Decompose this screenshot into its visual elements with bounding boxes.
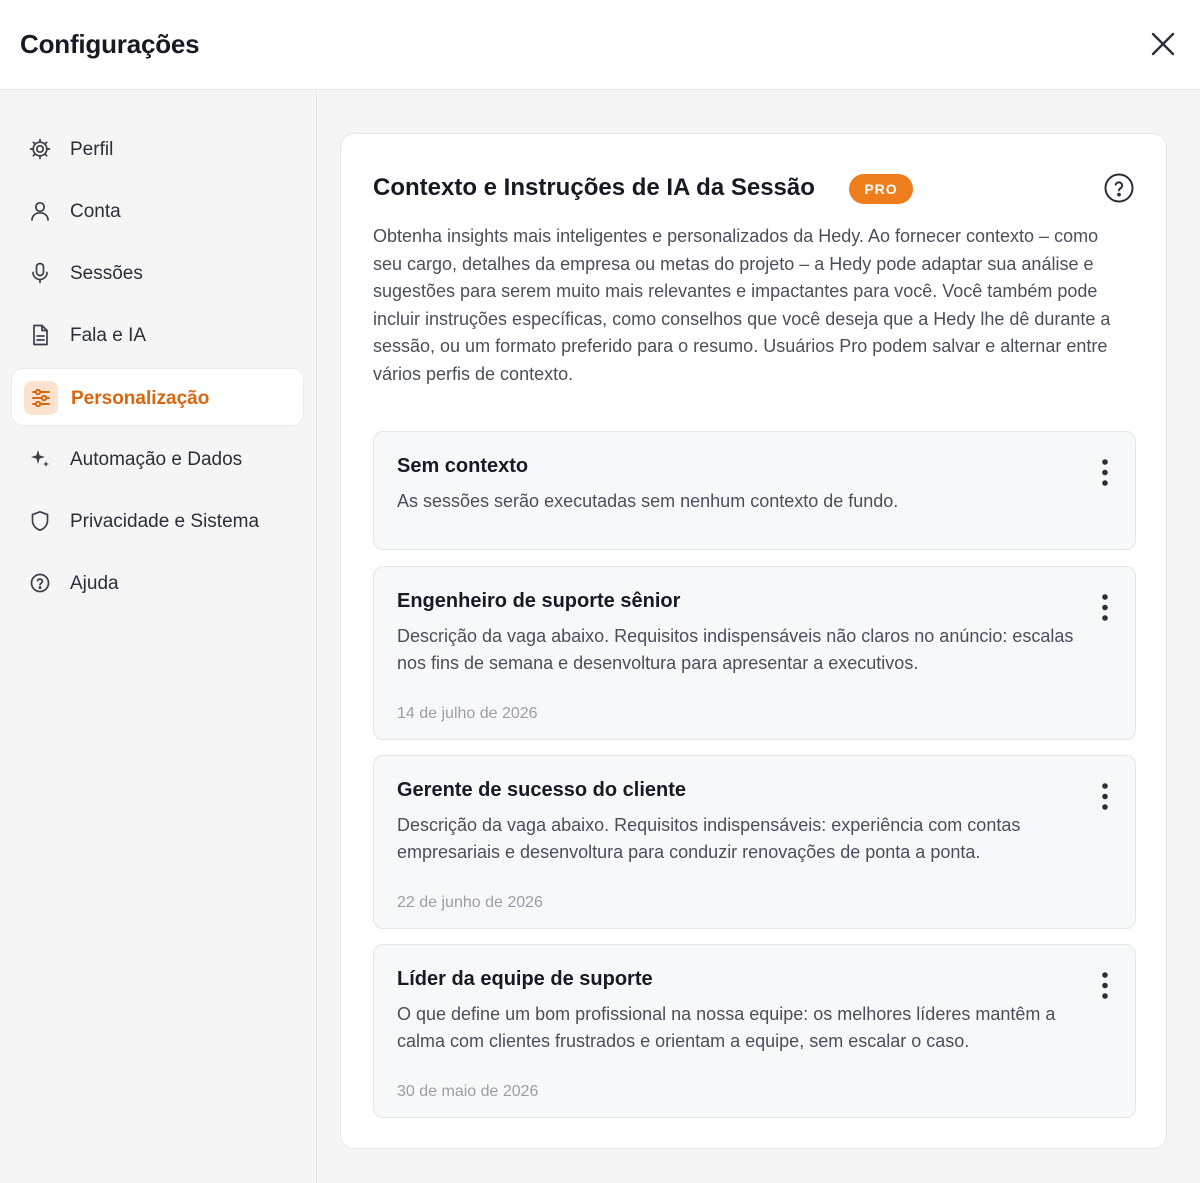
context-card[interactable]: Engenheiro de suporte sênior Descrição d…	[373, 566, 1136, 740]
sidebar-item-label: Perfil	[70, 139, 114, 160]
context-card[interactable]: Sem contexto As sessões serão executadas…	[373, 431, 1136, 550]
context-panel: Contexto e Instruções de IA da Sessão PR…	[340, 133, 1167, 1149]
more-options-icon[interactable]	[1092, 458, 1118, 492]
sidebar-item-personalizacao[interactable]: Personalização	[11, 368, 304, 426]
context-description: Descrição da vaga abaixo. Requisitos ind…	[397, 626, 1074, 674]
sidebar-item-conta[interactable]: Conta	[11, 182, 304, 240]
page-title: Configurações	[20, 29, 200, 59]
close-icon[interactable]	[1146, 27, 1180, 61]
help-icon	[27, 570, 53, 596]
settings-main: Contexto e Instruções de IA da Sessão PR…	[318, 90, 1200, 1183]
sidebar-item-automacao-e-dados[interactable]: Automação e Dados	[11, 430, 304, 488]
context-description: Descrição da vaga abaixo. Requisitos ind…	[397, 815, 1021, 863]
more-options-icon[interactable]	[1092, 593, 1118, 627]
settings-sidebar: Perfil Conta Sessões Fala e IA Personali…	[0, 90, 317, 1183]
context-title: Gerente de sucesso do cliente	[397, 779, 686, 801]
context-title: Sem contexto	[397, 455, 529, 477]
more-options-icon[interactable]	[1092, 971, 1118, 1005]
settings-header: Configurações	[0, 0, 1200, 90]
context-description: As sessões serão executadas sem nenhum c…	[397, 491, 899, 511]
gear-icon	[27, 136, 53, 162]
sidebar-item-perfil[interactable]: Perfil	[11, 120, 304, 178]
shield-icon	[27, 508, 53, 534]
section-description: Obtenha insights mais inteligentes e per…	[373, 226, 1111, 384]
user-icon	[27, 198, 53, 224]
sidebar-item-label: Sessões	[70, 263, 143, 284]
sidebar-item-ajuda[interactable]: Ajuda	[11, 554, 304, 612]
context-date: 14 de julho de 2026	[397, 705, 538, 722]
pro-badge: PRO	[849, 174, 913, 204]
context-description: O que define um bom profissional na noss…	[397, 1004, 1056, 1052]
sparkles-icon	[27, 446, 53, 472]
document-icon	[27, 322, 53, 348]
more-options-icon[interactable]	[1092, 782, 1118, 816]
sliders-icon	[24, 381, 58, 415]
section-title: Contexto e Instruções de IA da Sessão	[373, 174, 815, 201]
context-title: Líder da equipe de suporte	[397, 968, 653, 990]
microphone-icon	[27, 260, 53, 286]
sidebar-item-privacidade-e-sistema[interactable]: Privacidade e Sistema	[11, 492, 304, 550]
sidebar-item-fala-e-ia[interactable]: Fala e IA	[11, 306, 304, 364]
sidebar-item-label: Personalização	[71, 388, 210, 409]
sidebar-item-label: Privacidade e Sistema	[70, 511, 260, 532]
sidebar-item-label: Fala e IA	[70, 325, 147, 346]
context-date: 22 de junho de 2026	[397, 894, 543, 911]
context-card[interactable]: Líder da equipe de suporte O que define …	[373, 944, 1136, 1118]
sidebar-item-label: Ajuda	[70, 573, 119, 594]
context-title: Engenheiro de suporte sênior	[397, 590, 681, 612]
help-circle-icon[interactable]	[1103, 172, 1135, 204]
context-date: 30 de maio de 2026	[397, 1083, 539, 1100]
sidebar-item-sessoes[interactable]: Sessões	[11, 244, 304, 302]
context-card[interactable]: Gerente de sucesso do cliente Descrição …	[373, 755, 1136, 929]
sidebar-item-label: Automação e Dados	[70, 449, 243, 470]
sidebar-item-label: Conta	[70, 201, 121, 222]
